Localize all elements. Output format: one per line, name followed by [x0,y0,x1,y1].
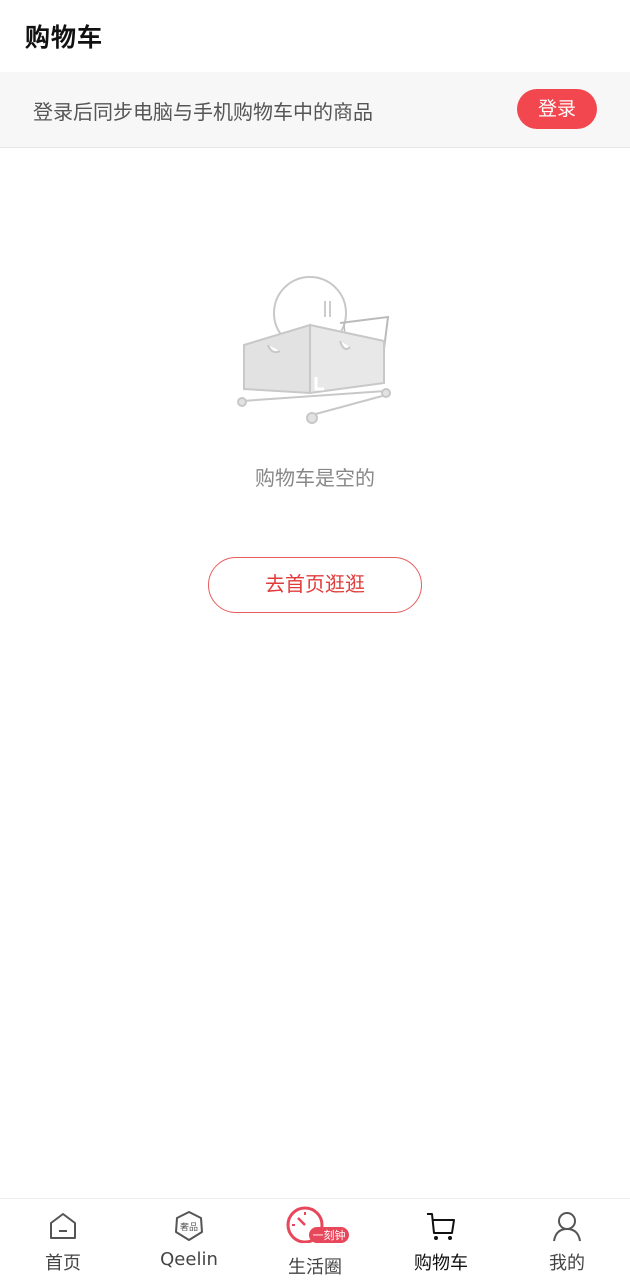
top-header: 购物车 [0,0,630,72]
tab-home-label: 首页 [45,1253,81,1274]
empty-cart-illustration [237,276,391,424]
home-icon [50,1213,76,1239]
tab-home[interactable]: 首页 [0,1199,126,1280]
tab-life-label: 生活圈 [288,1257,342,1278]
login-banner: 登录后同步电脑与手机购物车中的商品 登录 [0,72,630,148]
svg-text:奢品: 奢品 [180,1221,198,1233]
user-icon [553,1212,581,1242]
bottom-tabbar: 首页 奢品 Qeelin 一刻钟 生活圈 购物车 我的 [0,1198,630,1280]
login-banner-message: 登录后同步电脑与手机购物车中的商品 [33,100,373,124]
go-home-button[interactable]: 去首页逛逛 [208,557,422,613]
page-title: 购物车 [25,23,104,52]
tab-cart[interactable]: 购物车 [378,1199,504,1280]
empty-cart-message: 购物车是空的 [255,466,375,490]
tab-mine-label: 我的 [549,1253,585,1274]
login-button[interactable]: 登录 [517,89,597,129]
tab-qeelin[interactable]: 奢品 Qeelin [126,1199,252,1280]
life-badge: 一刻钟 [313,1228,346,1242]
tab-qeelin-label: Qeelin [160,1249,218,1270]
qeelin-badge-icon: 奢品 [175,1211,203,1241]
cart-icon [427,1213,455,1240]
tab-mine[interactable]: 我的 [504,1199,630,1280]
tab-life[interactable]: 一刻钟 生活圈 [252,1199,378,1280]
clock-icon: 一刻钟 [286,1206,349,1243]
tab-cart-label: 购物车 [414,1253,468,1274]
